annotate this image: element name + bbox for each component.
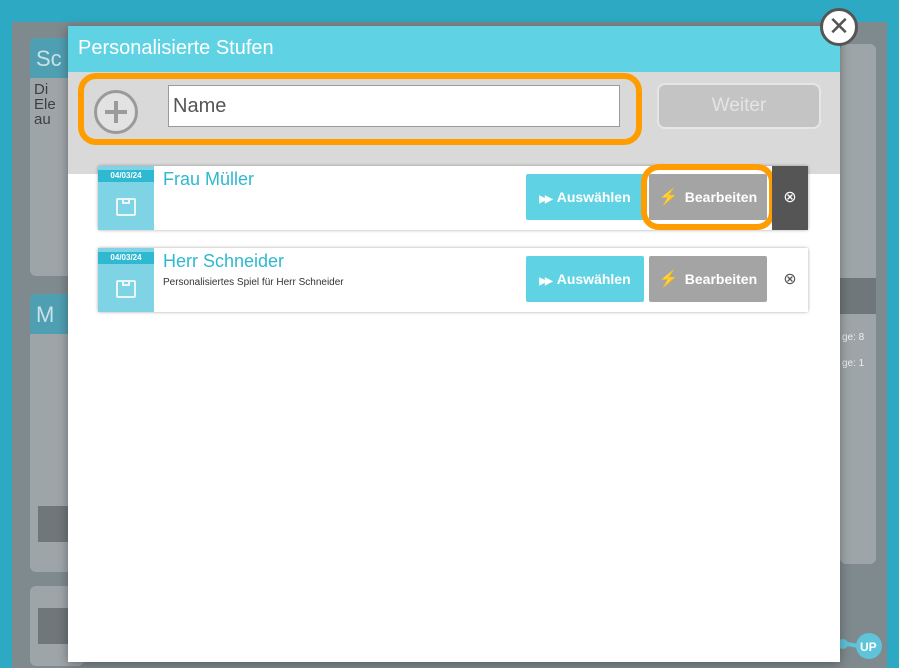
level-description: Personalisiertes Spiel für Herr Schneide… [163,277,344,288]
close-icon[interactable]: ✕ [820,8,858,46]
level-date: 04/03/24 [98,170,154,182]
level-date: 04/03/24 [98,252,154,264]
save-icon [116,198,136,216]
background-right-panel: ge: 8 ge: 1 [840,44,876,564]
background-block [38,506,68,542]
background-left-edge [0,22,12,668]
double-chevron-right-icon: ▶▶ [539,276,552,287]
background-right-edge [887,22,899,668]
personalized-levels-dialog: Personalisierte Stufen Weiter 04/03/24 F… [68,26,840,662]
delete-circle-x-icon[interactable]: ⊗ [772,166,808,230]
select-button-label: Auswählen [556,271,631,287]
select-button-label: Auswählen [556,189,631,205]
background-side-text: ge: 8 [842,332,865,343]
background-side-text: ge: 1 [842,358,865,369]
save-icon [116,280,136,298]
level-name: Herr Schneider [163,251,285,271]
background-card-text: Di Ele au [34,81,56,128]
dialog-title-bar: Personalisierte Stufen [68,26,840,72]
edit-button-label: Bearbeiten [684,271,758,287]
magic-wand-icon: ⚡ [658,271,679,288]
background-block [840,278,876,314]
level-date-column: 04/03/24 [98,248,154,312]
plus-circle-icon[interactable] [94,90,138,134]
select-button[interactable]: ▶▶ Auswählen [526,174,644,220]
level-name-input[interactable] [168,85,620,127]
select-button[interactable]: ▶▶ Auswählen [526,256,644,302]
background-top-bar [0,0,899,22]
background-block [38,608,68,644]
dialog-title: Personalisierte Stufen [78,37,274,59]
edit-button[interactable]: ⚡ Bearbeiten [649,256,767,302]
level-row: 04/03/24 Herr Schneider Personalisiertes… [98,248,808,312]
next-button[interactable]: Weiter [657,83,821,129]
edit-highlight-outline [641,164,775,230]
double-chevron-right-icon: ▶▶ [539,194,552,205]
create-level-row: Weiter [68,72,840,174]
level-row: 04/03/24 Frau Müller ▶▶ Auswählen ⚡ Bearbe… [98,164,808,230]
level-name: Frau Müller [163,169,255,189]
delete-circle-x-icon[interactable]: ⊗ [772,248,808,312]
level-date-column: 04/03/24 [98,166,154,230]
svg-text:UP: UP [860,640,877,654]
